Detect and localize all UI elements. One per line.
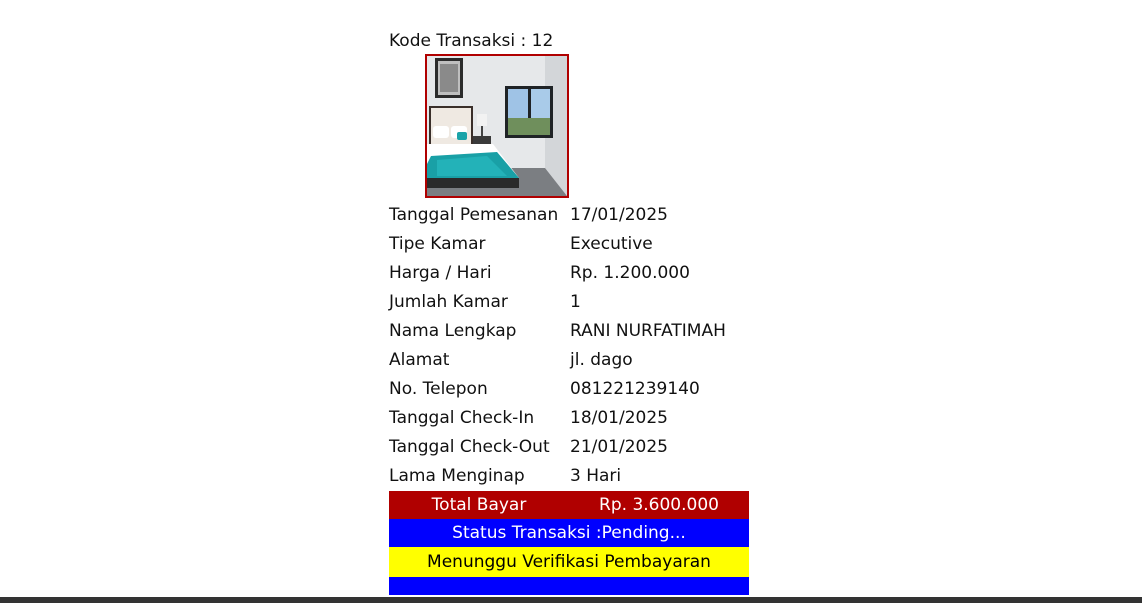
detail-row-check-out: Tanggal Check-Out 21/01/2025 [389, 433, 726, 462]
detail-label: Lama Menginap [389, 466, 525, 486]
detail-row-harga-hari: Harga / Hari Rp. 1.200.000 [389, 259, 726, 288]
detail-value: 3 Hari [570, 466, 622, 486]
room-photo-image [427, 56, 567, 196]
page: Kode Transaksi : 12 Tanggal Pemesanan 17… [0, 0, 1142, 603]
details-table: Tanggal Pemesanan 17/01/2025 Tipe Kamar … [389, 201, 726, 491]
detail-row-tanggal-pemesanan: Tanggal Pemesanan 17/01/2025 [389, 201, 726, 230]
verification-status-bar: Menunggu Verifikasi Pembayaran [389, 547, 749, 577]
transaction-code: Kode Transaksi : 12 [389, 31, 554, 51]
detail-value: Executive [570, 234, 653, 254]
detail-value: 17/01/2025 [570, 205, 668, 225]
bottom-edge-strip [0, 597, 1142, 603]
transaction-receipt: Kode Transaksi : 12 Tanggal Pemesanan 17… [389, 30, 749, 595]
detail-value: 18/01/2025 [570, 408, 668, 428]
transaction-status-bar: Status Transaksi :Pending... [389, 519, 749, 547]
detail-label: No. Telepon [389, 379, 488, 399]
detail-label: Harga / Hari [389, 263, 492, 283]
detail-label: Tanggal Check-In [389, 408, 535, 428]
detail-value: Rp. 1.200.000 [570, 263, 690, 283]
total-payment-bar: Total Bayar Rp. 3.600.000 [389, 491, 749, 519]
detail-value: 081221239140 [570, 379, 700, 399]
detail-label: Tanggal Pemesanan [389, 205, 559, 225]
detail-value: 1 [570, 292, 581, 312]
total-payment-label: Total Bayar [431, 495, 527, 515]
detail-row-alamat: Alamat jl. dago [389, 346, 726, 375]
detail-row-nama-lengkap: Nama Lengkap RANI NURFATIMAH [389, 317, 726, 346]
detail-label: Tanggal Check-Out [389, 437, 550, 457]
detail-row-jumlah-kamar: Jumlah Kamar 1 [389, 288, 726, 317]
total-payment-value: Rp. 3.600.000 [599, 495, 719, 515]
detail-value: jl. dago [570, 350, 633, 370]
detail-row-lama-menginap: Lama Menginap 3 Hari [389, 462, 726, 491]
detail-value: RANI NURFATIMAH [570, 321, 726, 341]
detail-row-no-telepon: No. Telepon 081221239140 [389, 375, 726, 404]
detail-label: Tipe Kamar [389, 234, 486, 254]
detail-row-tipe-kamar: Tipe Kamar Executive [389, 230, 726, 259]
detail-value: 21/01/2025 [570, 437, 668, 457]
room-photo [425, 54, 569, 198]
detail-label: Jumlah Kamar [389, 292, 508, 312]
detail-row-check-in: Tanggal Check-In 18/01/2025 [389, 404, 726, 433]
status-footer-bar [389, 577, 749, 595]
detail-label: Nama Lengkap [389, 321, 517, 341]
detail-label: Alamat [389, 350, 450, 370]
